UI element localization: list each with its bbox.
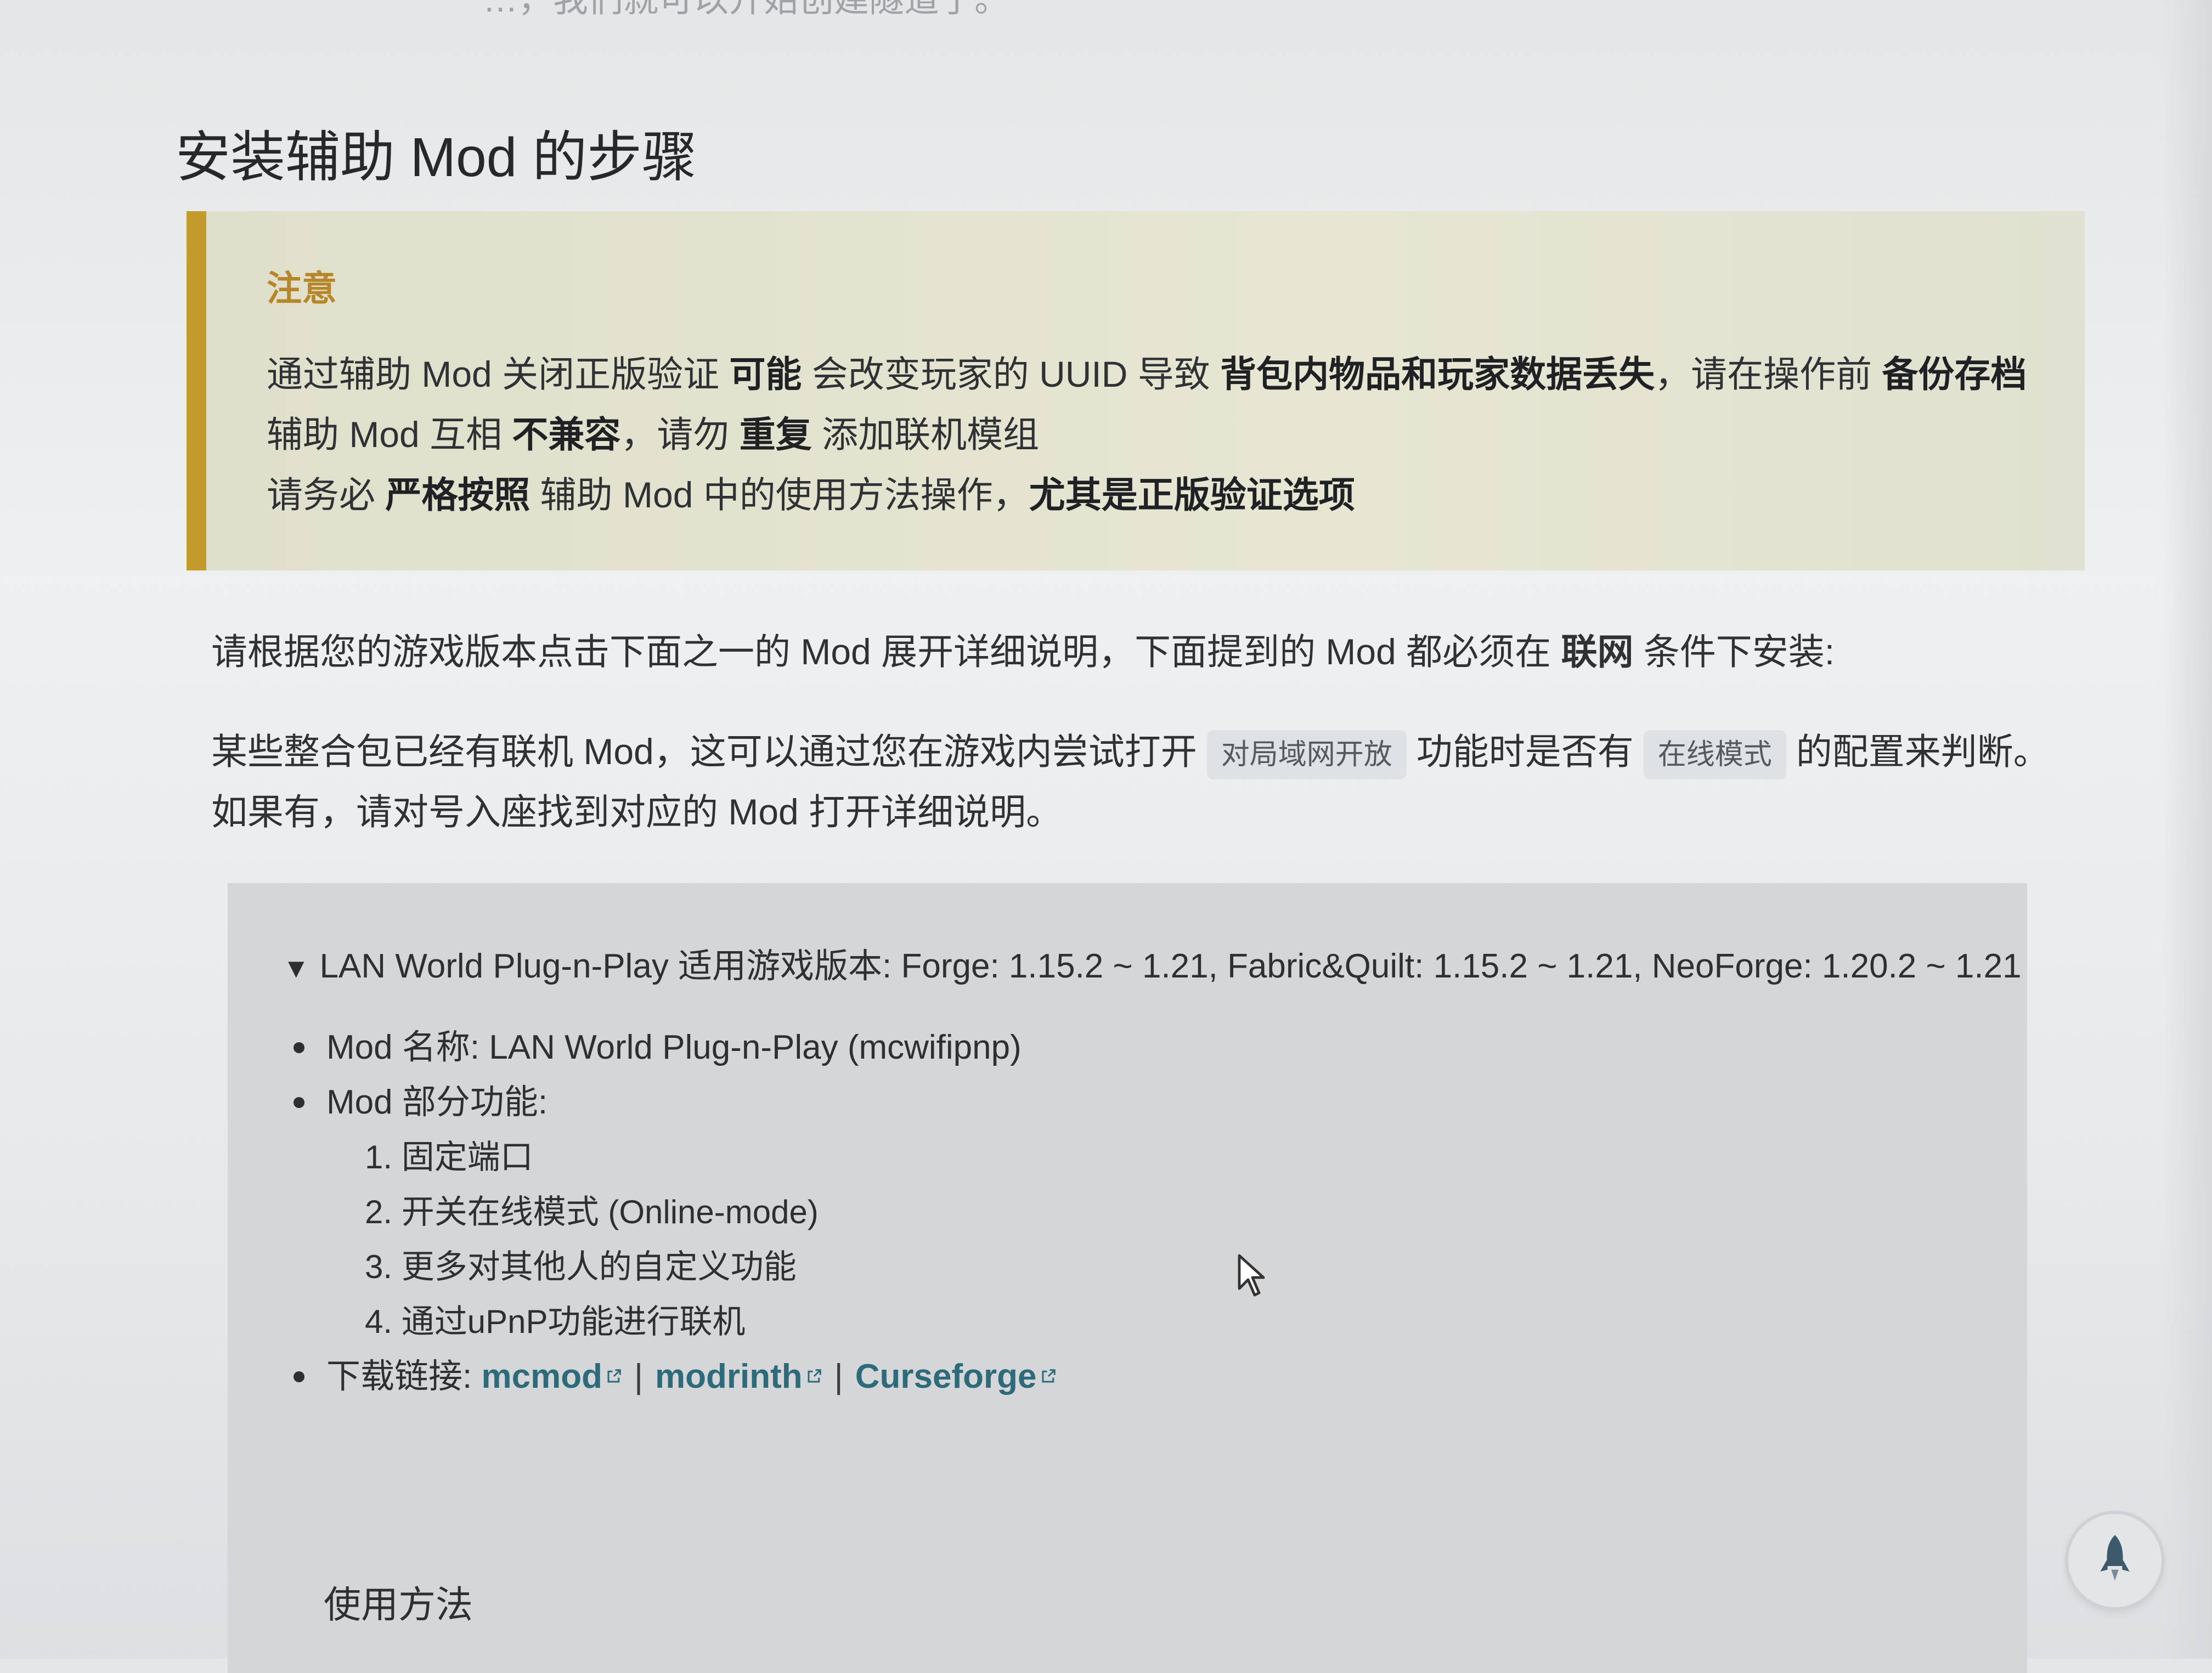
external-link-icon [607, 1369, 621, 1383]
inline-code-lan: 对局域网开放 [1206, 730, 1407, 779]
text: 功能时是否有 [1416, 731, 1634, 772]
bullet-icon [294, 1371, 304, 1382]
text: 请务必 [267, 474, 386, 515]
warning-callout: 注意 通过辅助 Mod 关闭正版验证 可能 会改变玩家的 UUID 导致 背包内… [187, 211, 2085, 570]
text: ，请勿 [620, 414, 740, 455]
text: 某些整合包已经有联机 Mod，这可以通过您在游戏内尝试打开 [211, 731, 1197, 772]
feature-item: 2. 开关在线模式 (Online-mode) [365, 1194, 819, 1230]
mouse-cursor-icon [1238, 1254, 1265, 1297]
emphasis: 备份存档 [1882, 354, 2027, 394]
list-item: Mod 名称: LAN World Plug-n-Play (mcwifipnp… [283, 1020, 2027, 1075]
bullet-icon [294, 1042, 304, 1053]
text: 辅助 Mod 中的使用方法操作， [530, 474, 1029, 515]
text: 通过辅助 Mod 关闭正版验证 [267, 354, 730, 394]
emphasis: 尤其是正版验证选项 [1029, 474, 1355, 515]
feature-item: 4. 通过uPnP功能进行联机 [365, 1303, 746, 1340]
emphasis: 重复 [739, 414, 812, 455]
usage-heading: 使用方法 [324, 1584, 473, 1626]
features-label: Mod 部分功能: [326, 1083, 548, 1121]
text: 请根据您的游戏版本点击下面之一的 Mod 展开详细说明，下面提到的 Mod 都必… [211, 631, 1561, 672]
inline-code-online-mode: 在线模式 [1643, 730, 1786, 779]
emphasis: 严格按照 [385, 474, 531, 515]
text: 添加联机模组 [811, 414, 1040, 455]
feature-item: 3. 更多对其他人的自定义功能 [365, 1248, 797, 1285]
external-link-icon [1042, 1369, 1056, 1383]
bullet-icon [294, 1097, 304, 1108]
download-label: 下载链接: [326, 1358, 482, 1395]
link-mcmod[interactable]: mcmod [481, 1358, 622, 1395]
link-text: mcmod [481, 1358, 602, 1395]
separator: | [834, 1358, 843, 1395]
emphasis: 联网 [1561, 631, 1634, 672]
features-list: 1. 固定端口 2. 开关在线模式 (Online-mode) 3. 更多对其他… [326, 1130, 2027, 1349]
text: ，请在操作前 [1655, 354, 1882, 394]
feature-item: 1. 固定端口 [365, 1139, 533, 1175]
mod-info-list: Mod 名称: LAN World Plug-n-Play (mcwifipnp… [283, 1020, 2027, 1404]
external-link-icon [808, 1369, 821, 1383]
text: 会改变玩家的 UUID 导致 [802, 354, 1221, 394]
triangle-down-icon: ▼ [283, 953, 310, 984]
link-text: modrinth [655, 1358, 803, 1395]
instruction-paragraph: 请根据您的游戏版本点击下面之一的 Mod 展开详细说明，下面提到的 Mod 都必… [211, 623, 1835, 675]
section-heading: 安装辅助 Mod 的步骤 [176, 127, 697, 188]
warning-title: 注意 [267, 269, 337, 308]
back-to-top-button[interactable] [2068, 1514, 2162, 1607]
list-item: 下载链接: mcmod | modrinth | Curseforge [283, 1349, 2027, 1404]
text: 辅助 Mod 互相 [267, 414, 512, 455]
emphasis: 可能 [729, 354, 802, 394]
warning-line-1: 通过辅助 Mod 关闭正版验证 可能 会改变玩家的 UUID 导致 背包内物品和… [267, 344, 2085, 404]
link-modrinth[interactable]: modrinth [655, 1358, 822, 1395]
previous-paragraph-fragment: …，我们就可以开始创建隧道了。 [483, 0, 1009, 22]
emphasis: 不兼容 [512, 414, 621, 455]
rocket-icon [2100, 1535, 2130, 1581]
emphasis: 背包内物品和玩家数据丢失 [1220, 354, 1655, 394]
details-summary-toggle[interactable]: ▼ LAN World Plug-n-Play 适用游戏版本: Forge: 1.… [283, 938, 2027, 987]
text: 如果有，请对号入座找到对应的 Mod 打开详细说明。 [211, 792, 1063, 832]
link-text: Curseforge [855, 1358, 1037, 1395]
warning-line-3: 请务必 严格按照 辅助 Mod 中的使用方法操作，尤其是正版验证选项 [267, 465, 2085, 525]
text: 条件下安装: [1633, 631, 1835, 672]
summary-text: LAN World Plug-n-Play 适用游戏版本: Forge: 1.1… [319, 947, 2022, 985]
separator: | [634, 1358, 644, 1395]
mod-name: Mod 名称: LAN World Plug-n-Play (mcwifipnp… [326, 1028, 1022, 1066]
text: 的配置来判断。 [1796, 731, 2050, 772]
modpack-paragraph: 某些整合包已经有联机 Mod，这可以通过您在游戏内尝试打开 对局域网开放 功能时是否… [211, 721, 2050, 842]
screen-edge [2162, 0, 2212, 1659]
warning-line-2: 辅助 Mod 互相 不兼容，请勿 重复 添加联机模组 [267, 404, 2085, 465]
list-item: Mod 部分功能: 1. 固定端口 2. 开关在线模式 (Online-mode… [283, 1075, 2027, 1349]
link-curseforge[interactable]: Curseforge [855, 1358, 1057, 1395]
mod-details-block: ▼ LAN World Plug-n-Play 适用游戏版本: Forge: 1.… [228, 883, 2027, 1673]
